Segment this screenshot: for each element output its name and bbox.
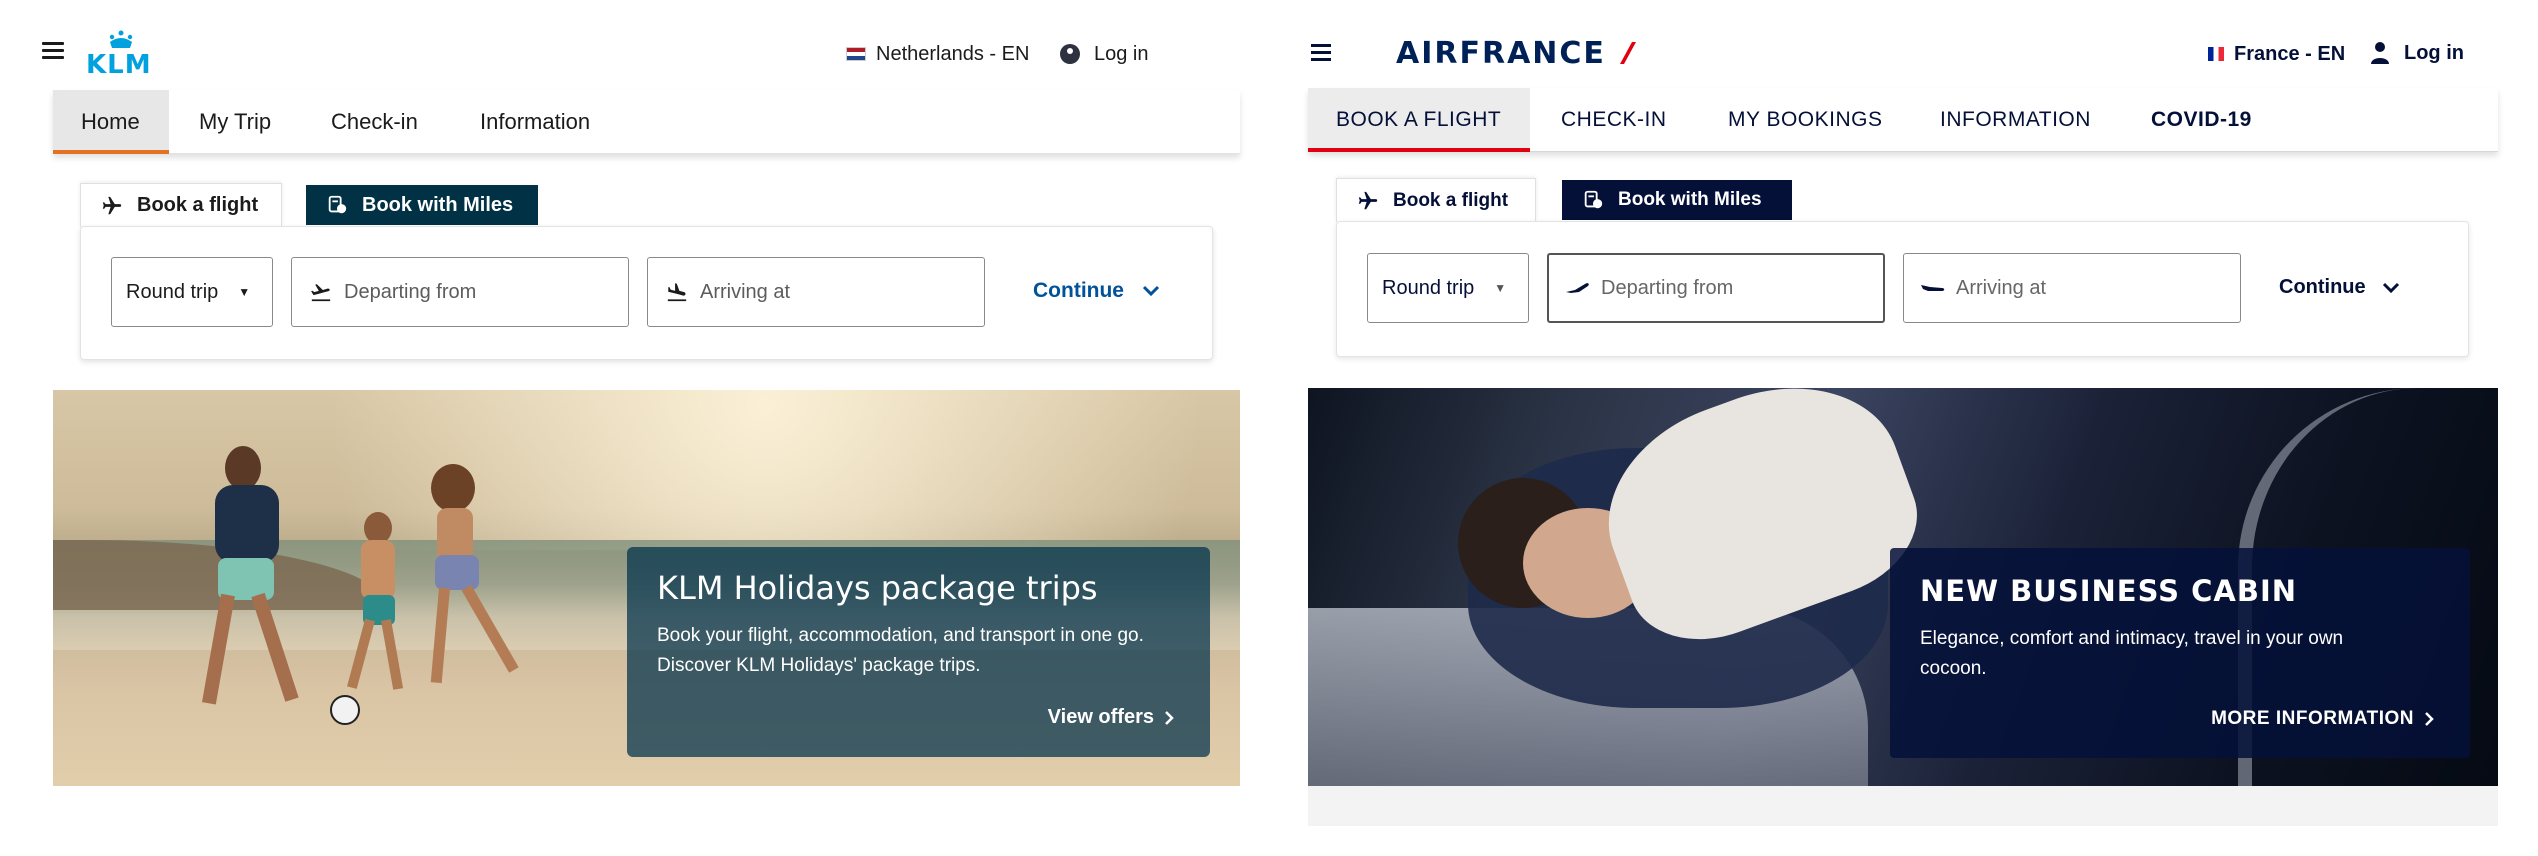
- chevron-right-icon: [2425, 712, 2434, 726]
- arriving-at-placeholder: Arriving at: [1956, 276, 2047, 299]
- promo-text-line2: Discover KLM Holidays' package trips.: [657, 655, 981, 676]
- airfrance-logo[interactable]: AIRFRANCE: [1396, 35, 1636, 71]
- klm-panel: KLM Netherlands - EN Log in Home My Trip…: [0, 0, 1268, 856]
- nav-item-check-in[interactable]: CHECK-IN: [1561, 88, 1667, 152]
- promo-title: NEW BUSINESS CABIN: [1920, 574, 2298, 608]
- promo-text-line2: cocoon.: [1920, 658, 1987, 679]
- chevron-down-icon: [2382, 282, 2399, 293]
- view-offers-label: View offers: [1047, 706, 1154, 728]
- departing-from-placeholder: Departing from: [344, 280, 477, 303]
- locale-selector[interactable]: France - EN: [2208, 42, 2345, 66]
- trip-type-value: Round trip: [126, 280, 219, 303]
- caret-down-icon: ▼: [238, 285, 251, 299]
- promo-text-line1: Elegance, comfort and intimacy, travel i…: [1920, 628, 2344, 649]
- main-nav: Home My Trip Check-in Information: [53, 90, 1240, 154]
- klm-logo[interactable]: KLM: [86, 30, 156, 80]
- page-bottom-strip: [1308, 786, 2498, 826]
- nav-item-check-in[interactable]: Check-in: [331, 90, 418, 154]
- chevron-down-icon: [1142, 285, 1160, 297]
- nav-item-information[interactable]: Information: [480, 90, 590, 154]
- klm-logo-text: KLM: [86, 50, 152, 80]
- netherlands-flag-icon: [846, 47, 866, 61]
- tab-book-miles[interactable]: Book with Miles: [306, 185, 538, 225]
- continue-button[interactable]: Continue: [1033, 279, 1160, 303]
- login-label: Log in: [1094, 42, 1149, 65]
- promo-text-line1: Book your flight, accommodation, and tra…: [657, 625, 1144, 646]
- continue-label: Continue: [1033, 279, 1124, 302]
- locale-selector[interactable]: Netherlands - EN: [846, 42, 1029, 66]
- nav-item-covid-19[interactable]: COVID-19: [2151, 88, 2252, 152]
- promo-title: KLM Holidays package trips: [657, 569, 1098, 607]
- promo-card: KLM Holidays package trips Book your fli…: [627, 547, 1210, 757]
- tab-book-miles[interactable]: Book with Miles: [1562, 180, 1792, 220]
- plane-icon: [102, 196, 122, 214]
- booking-form: Round trip ▼ Departing from Arriving at …: [80, 226, 1213, 360]
- tab-book-miles-label: Book with Miles: [1618, 189, 1762, 210]
- airfrance-panel: AIRFRANCE France - EN Log in BOOK A FLIG…: [1268, 0, 2538, 856]
- france-flag-icon: [2208, 47, 2224, 61]
- trip-type-select[interactable]: Round trip ▼: [111, 257, 273, 327]
- nav-item-my-trip[interactable]: My Trip: [199, 90, 271, 154]
- main-nav: BOOK A FLIGHT CHECK-IN MY BOOKINGS INFOR…: [1308, 88, 2498, 152]
- continue-button[interactable]: Continue: [2279, 276, 2400, 299]
- nav-item-home[interactable]: Home: [53, 90, 169, 154]
- nav-item-information[interactable]: INFORMATION: [1940, 88, 2091, 152]
- caret-down-icon: ▼: [1494, 281, 1507, 295]
- menu-icon[interactable]: [42, 42, 64, 60]
- landing-icon: [667, 283, 687, 302]
- user-icon: [1060, 44, 1080, 64]
- trip-type-value: Round trip: [1382, 276, 1475, 299]
- airfrance-logo-text: AIRFRANCE: [1396, 35, 1606, 71]
- takeoff-icon: [1566, 283, 1589, 293]
- airfrance-stripe-icon: [1619, 42, 1636, 64]
- locale-label: France - EN: [2234, 42, 2346, 65]
- tab-book-flight-label: Book a flight: [1393, 189, 1509, 211]
- departing-from-input[interactable]: Departing from: [1547, 253, 1885, 323]
- view-offers-link[interactable]: View offers: [1048, 706, 1174, 729]
- tab-book-flight[interactable]: Book a flight: [1336, 178, 1536, 222]
- more-information-label: MORE INFORMATION: [2211, 708, 2414, 729]
- departing-from-placeholder: Departing from: [1601, 276, 1734, 299]
- menu-icon[interactable]: [1311, 44, 1331, 62]
- tab-book-flight[interactable]: Book a flight: [80, 183, 282, 227]
- login-link[interactable]: Log in: [2370, 40, 2464, 66]
- nav-item-my-bookings[interactable]: MY BOOKINGS: [1728, 88, 1882, 152]
- plane-icon: [1358, 191, 1378, 209]
- arriving-at-input[interactable]: Arriving at: [1903, 253, 2241, 323]
- login-link[interactable]: Log in: [1060, 42, 1149, 66]
- booking-form: Round trip ▼ Departing from Arriving at …: [1336, 221, 2469, 357]
- user-icon: [2371, 42, 2389, 64]
- arriving-at-placeholder: Arriving at: [700, 280, 791, 303]
- continue-label: Continue: [2279, 276, 2366, 298]
- crown-icon: [109, 30, 133, 48]
- trip-type-select[interactable]: Round trip ▼: [1367, 253, 1529, 323]
- takeoff-icon: [311, 284, 331, 302]
- miles-icon: [1584, 190, 1603, 209]
- more-information-link[interactable]: MORE INFORMATION: [2211, 708, 2434, 730]
- arriving-at-input[interactable]: Arriving at: [647, 257, 985, 327]
- login-label: Log in: [2404, 41, 2464, 64]
- promo-card: NEW BUSINESS CABIN Elegance, comfort and…: [1890, 548, 2470, 758]
- chevron-right-icon: [1165, 710, 1174, 725]
- landing-icon: [1921, 285, 1945, 291]
- miles-icon: [328, 195, 347, 214]
- tab-book-miles-label: Book with Miles: [362, 193, 514, 216]
- tab-book-flight-label: Book a flight: [137, 194, 259, 216]
- nav-item-book-flight[interactable]: BOOK A FLIGHT: [1308, 88, 1530, 152]
- locale-label: Netherlands - EN: [876, 42, 1030, 65]
- departing-from-input[interactable]: Departing from: [291, 257, 629, 327]
